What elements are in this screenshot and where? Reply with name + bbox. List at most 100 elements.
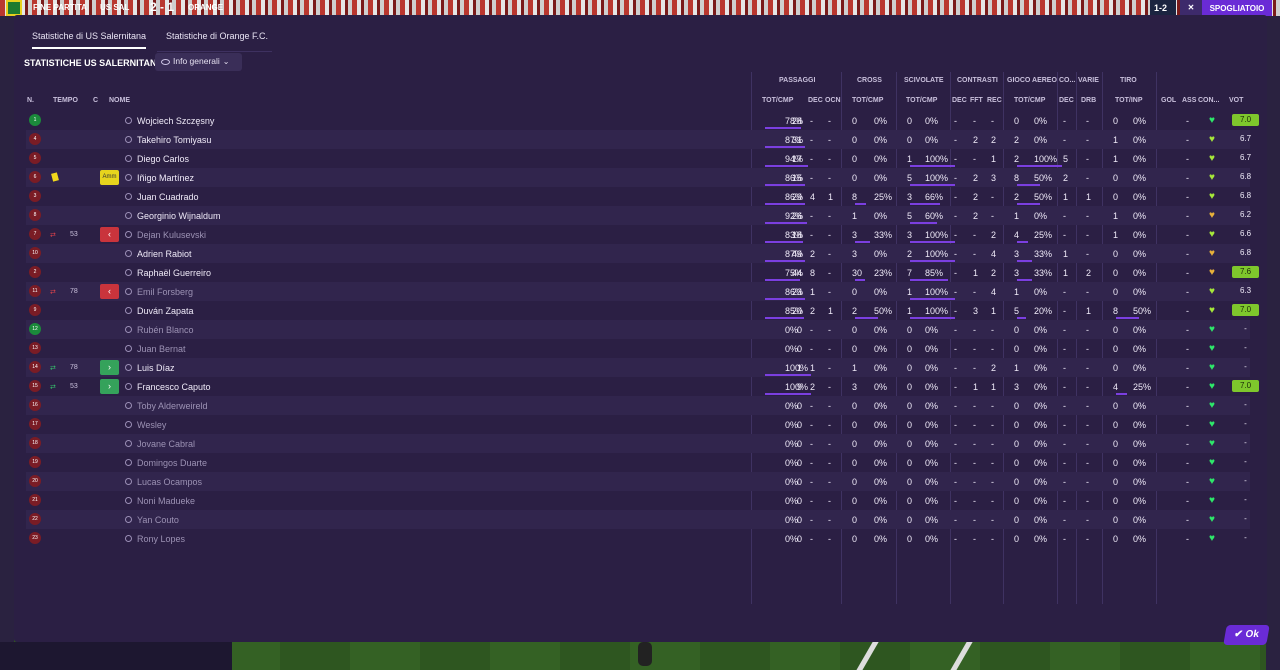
close-icon[interactable]: ✕	[1180, 0, 1202, 16]
player-profile-icon[interactable]	[125, 288, 132, 295]
dressing-room-button[interactable]: SPOGLIATOIO	[1202, 0, 1272, 16]
player-name[interactable]: Rony Lopes	[137, 534, 185, 544]
player-name[interactable]: Toby Alderweireld	[137, 401, 208, 411]
stat-p_p: 0%	[785, 458, 799, 468]
table-row[interactable]: 5 Diego Carlos 17 94% - -0 0% 1 100% - -1 2 100% 5-1 0…	[26, 149, 1251, 168]
table-row[interactable]: 18 Jovane Cabral 0 0% - -0 0% 0 0% - - -0 0% - -0 0% - ♥ -	[26, 434, 1250, 453]
sub-out-button[interactable]: ‹	[100, 227, 119, 242]
player-name[interactable]: Diego Carlos	[137, 154, 189, 164]
player-name[interactable]: Domingos Duarte	[137, 458, 207, 468]
col-header-tiro-tot[interactable]: TOT/INP	[1115, 97, 1142, 104]
table-row[interactable]: 1 Wojciech Szczęsny 28 78% - -0 0% 0 0% - - -0 0% - -0…	[26, 111, 1259, 130]
player-profile-icon[interactable]	[125, 307, 132, 314]
col-header-pass-dec[interactable]: DEC	[808, 97, 823, 104]
col-header-co-dec[interactable]: DEC	[1059, 97, 1074, 104]
player-profile-icon[interactable]	[125, 193, 132, 200]
table-row[interactable]: 3 Juan Cuadrado 29 86% 4 1 8 25% 3 66% -2-2 50% 1 1 0 0…	[26, 187, 1251, 206]
player-name[interactable]: Rubén Blanco	[137, 325, 194, 335]
table-row[interactable]: 13 Juan Bernat 0 0% - -0 0% 0 0% - - -0 0% - -0 0% - ♥ -	[26, 339, 1250, 358]
player-profile-icon[interactable]	[125, 497, 132, 504]
table-row[interactable]: 12 Rubén Blanco 0 0% - -0 0% 0 0% - - -0 0% - -0 0% - ♥ -	[26, 320, 1250, 339]
col-header-pass-ocn[interactable]: OCN	[825, 97, 841, 104]
player-name[interactable]: Juan Cuadrado	[137, 192, 199, 202]
table-row[interactable]: 7 ⇄ 53 ‹ Dejan Kulusevski 18 83% - -3 33% 3 100% - -2…	[26, 225, 1251, 244]
player-profile-icon[interactable]	[125, 155, 132, 162]
player-name[interactable]: Emil Forsberg	[137, 287, 193, 297]
col-header-contr-fft[interactable]: FFT	[970, 97, 983, 104]
view-dropdown[interactable]: Info generali ⌄	[155, 53, 242, 71]
player-name[interactable]: Jovane Cabral	[137, 439, 195, 449]
col-header-con[interactable]: CON...	[1198, 97, 1219, 104]
player-profile-icon[interactable]	[125, 364, 132, 371]
col-header-nome[interactable]: NOME	[109, 97, 130, 104]
player-profile-icon[interactable]	[125, 516, 132, 523]
player-profile-icon[interactable]	[125, 440, 132, 447]
stat-sc_p: 0%	[925, 363, 939, 373]
sub-in-button[interactable]: ›	[100, 379, 119, 394]
player-profile-icon[interactable]	[125, 117, 132, 124]
table-row[interactable]: 15 ⇄ 53 › Francesco Caputo 9 100% 2-3 0% 0 0% -1 1 3 0…	[26, 377, 1259, 396]
player-name[interactable]: Wojciech Szczęsny	[137, 116, 214, 126]
player-name[interactable]: Dejan Kulusevski	[137, 230, 206, 240]
col-header-aereo-tot[interactable]: TOT/CMP	[1014, 97, 1045, 104]
player-name[interactable]: Georginio Wijnaldum	[137, 211, 221, 221]
sub-in-button[interactable]: ›	[100, 360, 119, 375]
stat-sc_t: 1	[907, 287, 913, 297]
player-profile-icon[interactable]	[125, 383, 132, 390]
player-profile-icon[interactable]	[125, 421, 132, 428]
table-row[interactable]: 16 Toby Alderweireld 0 0% - -0 0% 0 0% - - -0 0% - -0 0…	[26, 396, 1250, 415]
table-row[interactable]: 6 Amm Iñigo Martínez 15 86% - -0 0% 5 100% -2 3 8 50%…	[26, 168, 1251, 187]
col-header-gol[interactable]: GOL	[1161, 97, 1176, 104]
col-header-vot[interactable]: VOT	[1229, 97, 1243, 104]
player-profile-icon[interactable]	[125, 269, 132, 276]
player-name[interactable]: Wesley	[137, 420, 166, 430]
table-row[interactable]: 9 Duván Zapata 20 85% 2 1 2 50% 1 100% -3 1 5 20% -1 8 5…	[26, 301, 1259, 320]
player-name[interactable]: Juan Bernat	[137, 344, 186, 354]
table-row[interactable]: 2 Raphaël Guerreiro 44 75% 8-30 23% 7 85% -1 2 3 33…	[26, 263, 1259, 282]
player-name[interactable]: Iñigo Martínez	[137, 173, 194, 183]
player-profile-icon[interactable]	[125, 231, 132, 238]
col-header-contr-dec[interactable]: DEC	[952, 97, 967, 104]
table-row[interactable]: 21 Noni Madueke 0 0% - -0 0% 0 0% - - -0 0% - -0 0% - ♥ -	[26, 491, 1250, 510]
ok-button[interactable]: ✔ Ok	[1223, 625, 1270, 645]
col-header-pass-tot[interactable]: TOT/CMP	[762, 97, 793, 104]
player-profile-icon[interactable]	[125, 402, 132, 409]
player-name[interactable]: Yan Couto	[137, 515, 179, 525]
col-header-cross-tot[interactable]: TOT/CMP	[852, 97, 883, 104]
col-header-contr-rec[interactable]: REC	[987, 97, 1002, 104]
stat-va_d: -	[1086, 515, 1089, 525]
table-row[interactable]: 23 Rony Lopes 0 0% - -0 0% 0 0% - - -0 0% - -0 0% - ♥ -	[26, 529, 1250, 548]
player-name[interactable]: Takehiro Tomiyasu	[137, 135, 211, 145]
player-profile-icon[interactable]	[125, 174, 132, 181]
col-header-ass[interactable]: ASS	[1182, 97, 1196, 104]
player-profile-icon[interactable]	[125, 212, 132, 219]
player-profile-icon[interactable]	[125, 250, 132, 257]
table-row[interactable]: 8 Georginio Wijnaldum 26 92% - -1 0% 5 60% -2-1 0%…	[26, 206, 1251, 225]
player-name[interactable]: Francesco Caputo	[137, 382, 211, 392]
table-row[interactable]: 4 Takehiro Tomiyasu 31 87% - -0 0% 0 0% -2 2 2 0% - -1…	[26, 130, 1251, 149]
player-profile-icon[interactable]	[125, 136, 132, 143]
table-row[interactable]: 11 ⇄ 78 ‹ Emil Forsberg 23 86% 1-0 0% 1 100% - -4 1 0%…	[26, 282, 1251, 301]
table-row[interactable]: 20 Lucas Ocampos 0 0% - -0 0% 0 0% - - -0 0% - -0 0% - ♥ -	[26, 472, 1250, 491]
tab-away-stats[interactable]: Statistiche di Orange F.C.	[166, 31, 268, 47]
player-profile-icon[interactable]	[125, 326, 132, 333]
player-name[interactable]: Noni Madueke	[137, 496, 195, 506]
tab-home-stats[interactable]: Statistiche di US Salernitana	[32, 31, 147, 49]
col-header-drb[interactable]: DRB	[1081, 97, 1096, 104]
sub-out-button[interactable]: ‹	[100, 284, 119, 299]
player-name[interactable]: Lucas Ocampos	[137, 477, 202, 487]
player-profile-icon[interactable]	[125, 459, 132, 466]
table-row[interactable]: 14 ⇄ 78 › Luis Díaz 1 100% 1-1 0% 0 0% - -2 1 0% - -0 0% -…	[26, 358, 1250, 377]
col-header-scivolate-tot[interactable]: TOT/CMP	[906, 97, 937, 104]
player-name[interactable]: Luis Díaz	[137, 363, 175, 373]
player-name[interactable]: Duván Zapata	[137, 306, 194, 316]
player-profile-icon[interactable]	[125, 478, 132, 485]
table-row[interactable]: 19 Domingos Duarte 0 0% - -0 0% 0 0% - - -0 0% - -0 0% -…	[26, 453, 1250, 472]
table-row[interactable]: 10 Adrien Rabiot 49 87% 2-3 0% 2 100% - -4 3 33% 1-0…	[26, 244, 1251, 263]
table-row[interactable]: 22 Yan Couto 0 0% - -0 0% 0 0% - - -0 0% - -0 0% - ♥ -	[26, 510, 1250, 529]
player-name[interactable]: Adrien Rabiot	[137, 249, 192, 259]
table-row[interactable]: 17 Wesley 0 0% - -0 0% 0 0% - - -0 0% - -0 0% - ♥ -	[26, 415, 1250, 434]
player-name[interactable]: Raphaël Guerreiro	[137, 268, 211, 278]
player-profile-icon[interactable]	[125, 345, 132, 352]
player-profile-icon[interactable]	[125, 535, 132, 542]
